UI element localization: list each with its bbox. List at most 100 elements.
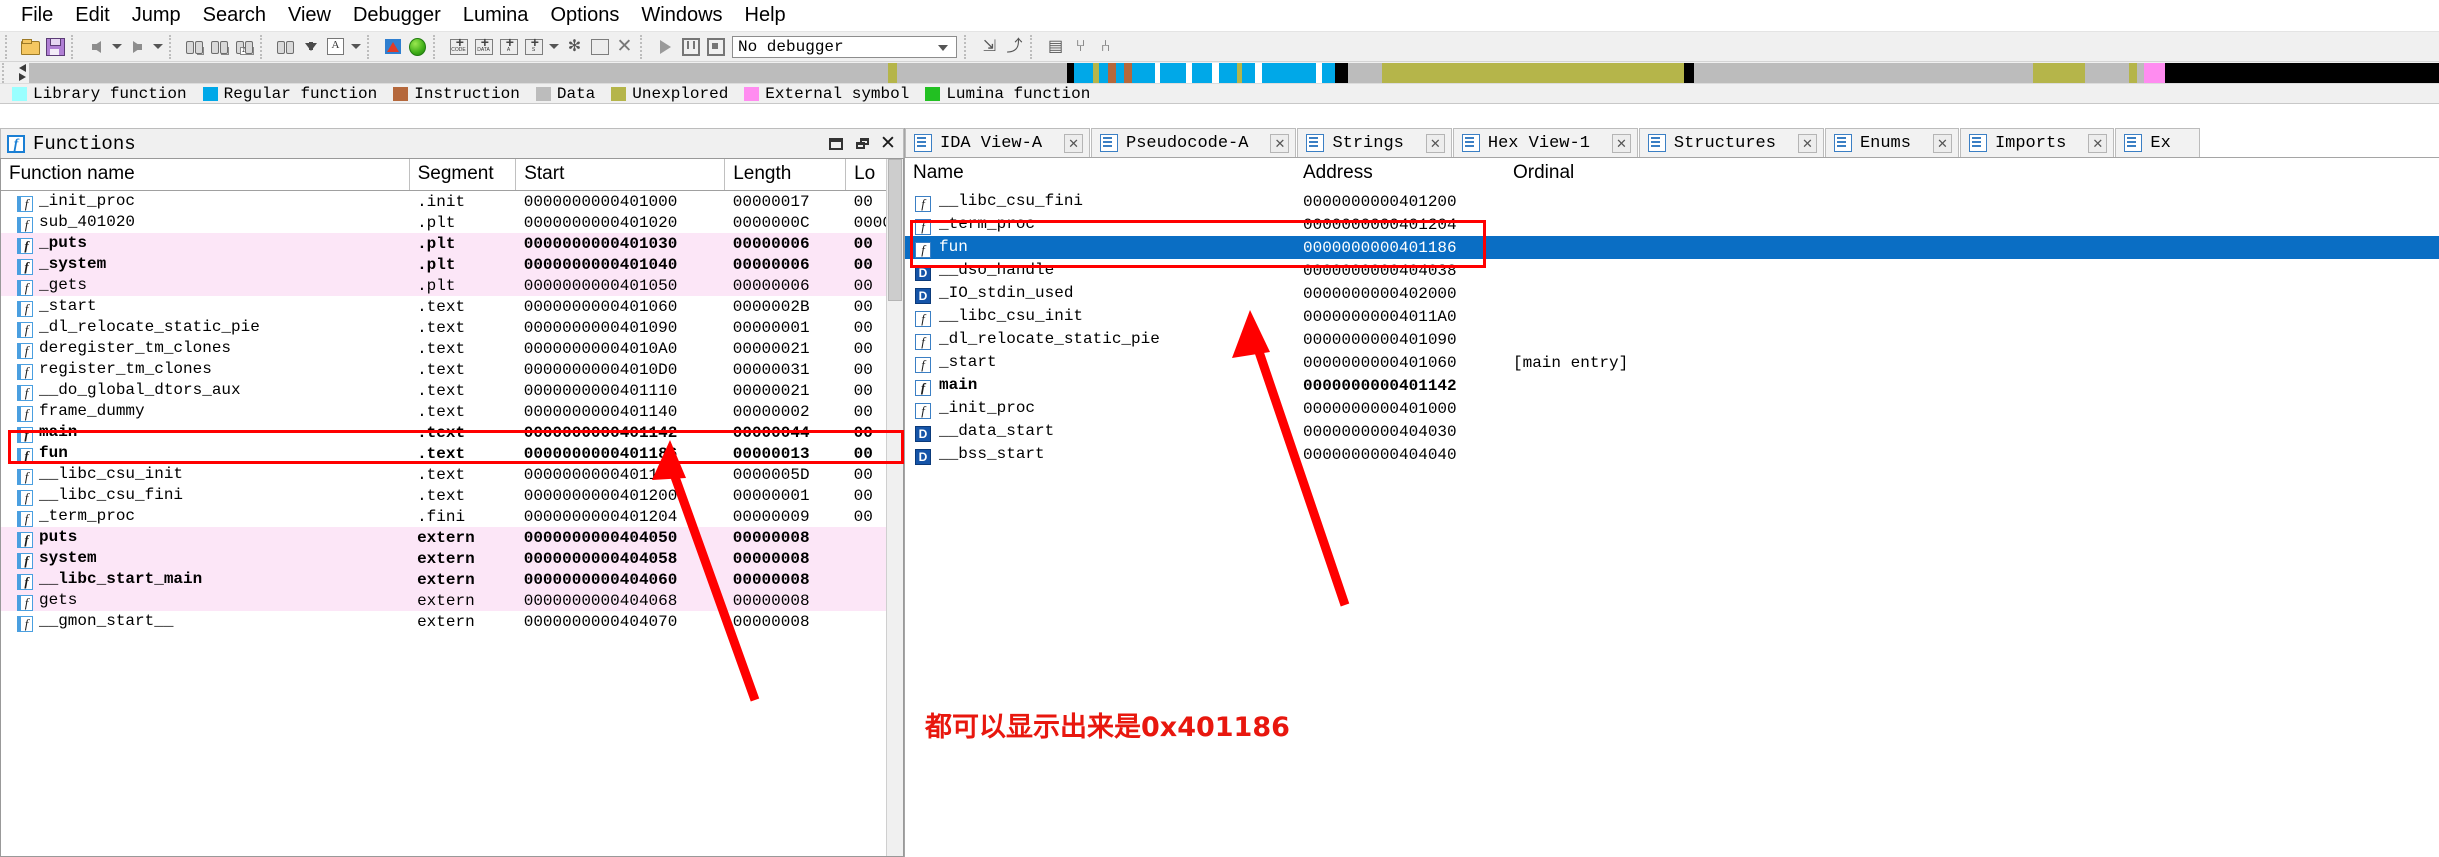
table-row[interactable]: f _start 0000000000401060 [main entry] — [905, 351, 2439, 374]
close-icon[interactable]: ✕ — [1425, 133, 1445, 153]
close-icon[interactable]: ✕ — [1797, 133, 1817, 153]
table-row[interactable]: f deregister_tm_clones .text 00000000004010… — [1, 338, 903, 359]
table-row[interactable]: f main 0000000000401142 — [905, 374, 2439, 397]
table-row[interactable]: f register_tm_clones .text 00000000004010D0… — [1, 359, 903, 380]
make-data-button[interactable]: + DATA — [471, 34, 496, 59]
table-row[interactable]: f _puts .plt 0000000000401030 00000006 00 — [1, 233, 903, 254]
table-row[interactable]: f _dl_relocate_static_pie .text 00000000004… — [1, 317, 903, 338]
menu-item-search[interactable]: Search — [192, 1, 277, 29]
search-immediate-button[interactable]: 101 — [232, 34, 257, 59]
tab-structures[interactable]: Structures ✕ — [1638, 128, 1824, 157]
breakpoints-button[interactable]: ▤ — [1043, 34, 1068, 59]
table-row[interactable]: f sub_401020 .plt 0000000000401020 0000000C 0… — [1, 212, 903, 233]
table-row[interactable]: f system extern 0000000000404058 00000008 — [1, 548, 903, 569]
watches-button[interactable]: ⑂ — [1068, 34, 1093, 59]
column-header-start[interactable]: Start — [515, 159, 726, 191]
stop-button[interactable] — [703, 34, 728, 59]
menu-item-view[interactable]: View — [277, 1, 342, 29]
search-text-button[interactable]: T — [207, 34, 232, 59]
navigation-band-grip[interactable] — [2, 62, 14, 83]
functions-scrollbar[interactable] — [886, 159, 903, 856]
table-row[interactable]: f gets extern 0000000000404068 00000008 — [1, 590, 903, 611]
tab-enums[interactable]: Enums ✕ — [1824, 128, 1959, 157]
table-row[interactable]: D __data_start 0000000000404030 — [905, 420, 2439, 443]
close-icon[interactable]: ✕ — [1611, 133, 1631, 153]
navigate-forward-dropdown[interactable] — [150, 34, 166, 59]
column-header-segment[interactable]: Segment — [409, 159, 517, 191]
search-next-button[interactable] — [273, 34, 298, 59]
graph-overview-button[interactable] — [380, 34, 405, 59]
jump-down-button[interactable] — [298, 34, 323, 59]
table-row[interactable]: f _term_proc 0000000000401204 — [905, 213, 2439, 236]
table-row[interactable]: f _init_proc .init 0000000000401000 00000017… — [1, 191, 903, 212]
table-row[interactable]: f _term_proc .fini 0000000000401204 00000009… — [1, 506, 903, 527]
run-button[interactable] — [653, 34, 678, 59]
close-icon[interactable]: ✕ — [1270, 133, 1290, 153]
table-row[interactable]: f _gets .plt 0000000000401050 00000006 00 — [1, 275, 903, 296]
tab-imports[interactable]: Imports ✕ — [1959, 128, 2115, 157]
tab-hex-view-1[interactable]: Hex View-1 ✕ — [1452, 128, 1638, 157]
tab-pseudocode-a[interactable]: Pseudocode-A ✕ — [1091, 128, 1297, 157]
menu-item-options[interactable]: Options — [539, 1, 630, 29]
table-row[interactable]: f __libc_start_main extern 0000000000404060… — [1, 569, 903, 590]
table-row[interactable]: f _init_proc 0000000000401000 — [905, 397, 2439, 420]
table-row[interactable]: f puts extern 0000000000404050 00000008 — [1, 527, 903, 548]
tab-strings[interactable]: Strings ✕ — [1297, 128, 1452, 157]
close-window-button[interactable]: ✕ — [875, 132, 901, 156]
table-row[interactable]: f fun .text 0000000000401186 00000013 00 — [1, 443, 903, 464]
scrollbar-thumb[interactable] — [888, 159, 902, 301]
make-struct-dropdown[interactable] — [546, 34, 562, 59]
navigate-back-button[interactable] — [84, 34, 109, 59]
column-header-name[interactable]: Name — [905, 158, 1295, 190]
table-row[interactable]: f __libc_csu_fini .text 0000000000401200 000… — [1, 485, 903, 506]
debugger-select[interactable]: No debugger — [732, 35, 957, 58]
table-row[interactable]: f _dl_relocate_static_pie 0000000000401090 — [905, 328, 2439, 351]
table-row[interactable]: f frame_dummy .text 0000000000401140 0000000… — [1, 401, 903, 422]
ascii-view-button[interactable]: A — [323, 34, 348, 59]
column-header-ordinal[interactable]: Ordinal — [1505, 158, 2439, 190]
close-icon[interactable]: ✕ — [2088, 133, 2108, 153]
table-row[interactable]: f _start .text 0000000000401060 0000002B 00 — [1, 296, 903, 317]
close-icon[interactable]: ✕ — [1064, 133, 1084, 153]
undefine-button[interactable]: ✻ — [562, 34, 587, 59]
edit-function-button[interactable] — [587, 34, 612, 59]
registers-button[interactable]: ⑃ — [1093, 34, 1118, 59]
menu-item-windows[interactable]: Windows — [630, 1, 733, 29]
table-row[interactable]: f __libc_csu_init .text 00000000004011A0 000… — [1, 464, 903, 485]
save-button[interactable] — [43, 34, 68, 59]
table-row[interactable]: f __libc_csu_init 00000000004011A0 — [905, 305, 2439, 328]
table-row[interactable]: D __bss_start 0000000000404040 — [905, 443, 2439, 466]
table-row[interactable]: D _IO_stdin_used 0000000000402000 — [905, 282, 2439, 305]
menu-item-help[interactable]: Help — [734, 1, 797, 29]
make-code-button[interactable]: + CODE — [446, 34, 471, 59]
table-row[interactable]: f __gmon_start__ extern 0000000000404070 000… — [1, 611, 903, 632]
navigate-back-dropdown[interactable] — [109, 34, 125, 59]
menu-item-jump[interactable]: Jump — [121, 1, 192, 29]
open-file-button[interactable] — [18, 34, 43, 59]
menu-item-edit[interactable]: Edit — [64, 1, 120, 29]
restore-window-button[interactable] — [823, 132, 849, 156]
step-over-button[interactable]: ⤴ — [1002, 34, 1027, 59]
navigate-forward-button[interactable] — [125, 34, 150, 59]
navigation-band[interactable] — [29, 62, 2439, 83]
table-row[interactable]: f _system .plt 0000000000401040 00000006 00 — [1, 254, 903, 275]
pause-button[interactable] — [678, 34, 703, 59]
ascii-dropdown[interactable] — [348, 34, 364, 59]
menu-item-lumina[interactable]: Lumina — [452, 1, 540, 29]
search-hex-button[interactable]: # — [182, 34, 207, 59]
table-row[interactable]: f fun 0000000000401186 — [905, 236, 2439, 259]
step-into-button[interactable]: ⇲ — [977, 34, 1002, 59]
tab-ex[interactable]: Ex — [2115, 128, 2200, 157]
make-struct-button[interactable]: + S — [521, 34, 546, 59]
make-string-button[interactable]: + A — [496, 34, 521, 59]
tab-ida-view-a[interactable]: IDA View-A ✕ — [905, 128, 1091, 157]
lumina-status-button[interactable] — [405, 34, 430, 59]
column-header-address[interactable]: Address — [1295, 158, 1505, 190]
menu-item-debugger[interactable]: Debugger — [342, 1, 452, 29]
column-header-length[interactable]: Length — [724, 159, 847, 191]
table-row[interactable]: f __do_global_dtors_aux .text 0000000000401… — [1, 380, 903, 401]
navigation-band-arrows[interactable] — [15, 63, 29, 83]
cascade-window-button[interactable] — [849, 132, 875, 156]
column-header-function-name[interactable]: Function name — [1, 159, 410, 191]
delete-button[interactable]: ✕ — [612, 34, 637, 59]
